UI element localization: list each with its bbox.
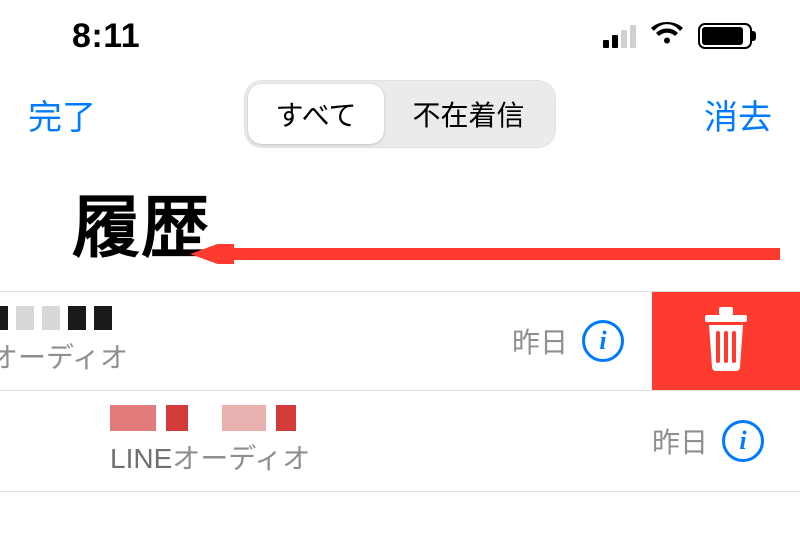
wifi-icon <box>650 22 684 51</box>
nav-bar: 完了 すべて 不在着信 消去 <box>0 72 800 162</box>
info-button[interactable]: i <box>582 320 624 362</box>
title-row: 履歴 <box>0 162 800 291</box>
call-type: LINEオーディオ <box>110 437 652 477</box>
contact-name <box>0 306 512 330</box>
recents-row[interactable]: LINEオーディオ 昨日 i <box>0 391 800 492</box>
status-bar: 8:11 <box>0 0 800 72</box>
clear-button[interactable]: 消去 <box>704 90 772 139</box>
battery-icon <box>698 23 752 49</box>
filter-segment: すべて 不在着信 <box>244 80 557 148</box>
recents-row[interactable]: オーディオ 昨日 i <box>0 292 800 391</box>
contact-name <box>110 405 652 431</box>
delete-button[interactable] <box>652 292 800 390</box>
info-icon: i <box>739 428 746 454</box>
cellular-icon <box>603 24 636 48</box>
clock-time: 8:11 <box>72 17 140 56</box>
done-button[interactable]: 完了 <box>28 90 96 139</box>
segment-missed[interactable]: 不在着信 <box>384 84 552 144</box>
segment-all[interactable]: すべて <box>248 84 385 144</box>
info-button[interactable]: i <box>722 420 764 462</box>
call-time: 昨日 <box>512 321 568 361</box>
trash-icon <box>697 307 755 376</box>
call-time: 昨日 <box>652 421 708 461</box>
status-icons <box>603 22 752 51</box>
page-title: 履歴 <box>72 172 764 271</box>
info-icon: i <box>599 328 606 354</box>
call-type: オーディオ <box>0 336 512 376</box>
recents-list: オーディオ 昨日 i <box>0 291 800 492</box>
